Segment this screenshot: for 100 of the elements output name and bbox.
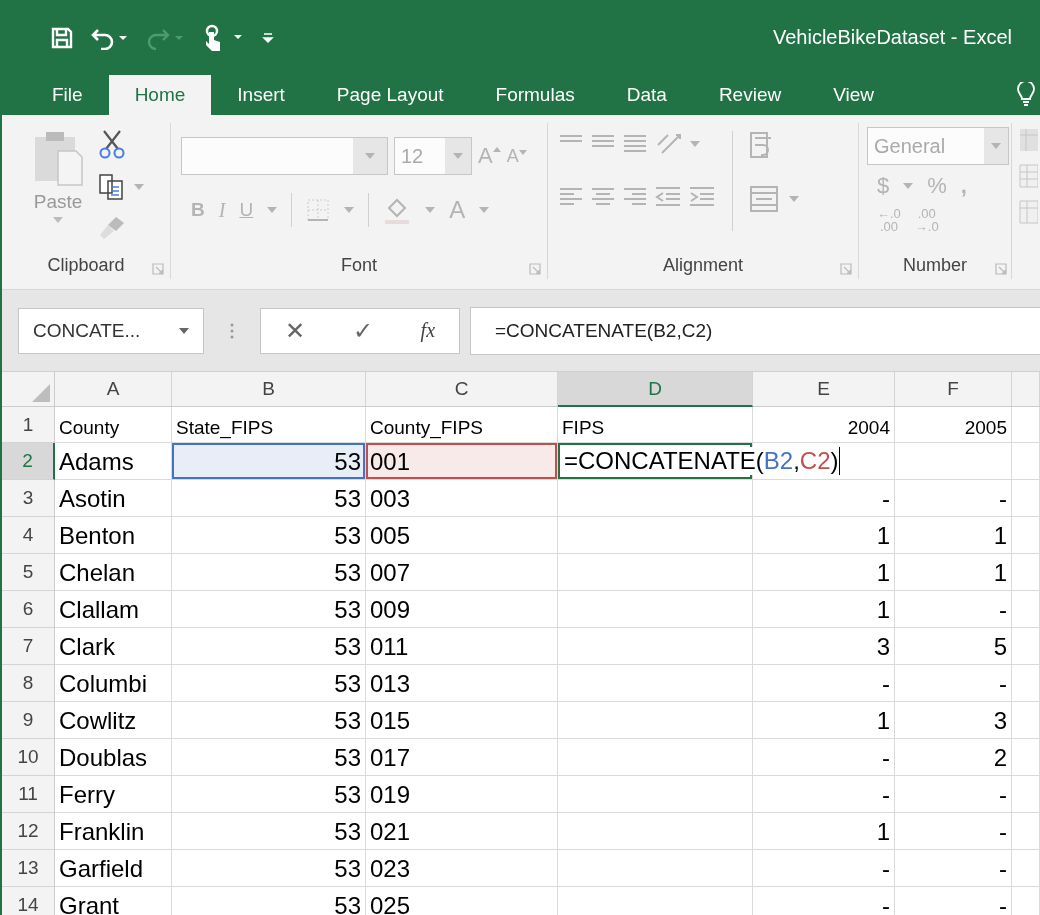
fill-color-icon[interactable]	[383, 196, 412, 224]
table-cell: -	[895, 850, 1012, 887]
table-cell: 017	[366, 739, 558, 776]
table-cell: 53	[172, 591, 366, 628]
dropdown-arrow-icon[interactable]	[344, 207, 355, 213]
table-cell	[1012, 628, 1040, 665]
table-cell	[1012, 850, 1040, 887]
caret-icon[interactable]	[453, 153, 463, 159]
table-cell	[1012, 813, 1040, 850]
ribbon-tab[interactable]: File	[26, 75, 109, 115]
ribbon-tab[interactable]: Page Layout	[310, 75, 470, 115]
table-cell: Garfield	[55, 850, 172, 887]
caret-icon[interactable]	[365, 153, 375, 159]
row-header[interactable]: 8	[2, 665, 55, 702]
caret-icon	[53, 217, 63, 223]
table-cell: 021	[366, 813, 558, 850]
ribbon-tab[interactable]: View	[807, 75, 901, 115]
dropdown-arrow-icon[interactable]	[425, 207, 436, 213]
dropdown-arrow-icon[interactable]	[789, 196, 799, 202]
lightbulb-icon[interactable]	[1016, 82, 1036, 108]
table-cell: 2	[895, 739, 1012, 776]
table-cell: 019	[366, 776, 558, 813]
dropdown-arrow-icon[interactable]	[690, 141, 700, 147]
table-cell: Clallam	[55, 591, 172, 628]
row-header[interactable]: 6	[2, 591, 55, 628]
save-icon[interactable]	[50, 25, 74, 50]
name-box[interactable]: CONCATE...	[18, 307, 204, 354]
table-cell: -	[895, 480, 1012, 517]
table-cell: 023	[366, 850, 558, 887]
cut-icon[interactable]	[98, 129, 126, 159]
table-cell: 1	[753, 702, 895, 739]
customize-toolbar-icon[interactable]	[262, 30, 274, 45]
borders-icon[interactable]	[306, 198, 331, 222]
row-header[interactable]: 7	[2, 628, 55, 665]
column-header[interactable]: D	[558, 372, 753, 407]
window-title: VehicleBikeDataset - Excel	[773, 26, 1012, 49]
dialog-launcher-icon[interactable]	[152, 263, 164, 275]
table-cell: 1	[753, 591, 895, 628]
dialog-launcher-icon[interactable]	[840, 263, 852, 275]
table-cell: Columbi	[55, 665, 172, 702]
dialog-launcher-icon[interactable]	[529, 263, 541, 275]
row-header[interactable]: 2	[2, 443, 55, 480]
row-header[interactable]: 3	[2, 480, 55, 517]
column-header[interactable]: A	[55, 372, 172, 407]
dropdown-arrow-icon[interactable]	[903, 183, 914, 189]
ribbon-tab[interactable]: Formulas	[469, 75, 601, 115]
column-header[interactable]: C	[366, 372, 558, 407]
table-cell: 53	[172, 665, 366, 702]
table-format-icon[interactable]	[1018, 163, 1038, 189]
dropdown-arrow-icon[interactable]	[267, 207, 278, 213]
decrease-indent-icon[interactable]	[654, 185, 682, 209]
ribbon-tab[interactable]: Review	[692, 75, 808, 115]
grip-icon[interactable]	[230, 321, 234, 340]
formula-text[interactable]: =CONCATENATE(B2,C2)	[564, 447, 840, 475]
column-header[interactable]: E	[753, 372, 895, 407]
row-header[interactable]: 1	[2, 407, 55, 443]
table-cell: County_FIPS	[366, 407, 558, 443]
table-cell: 3	[895, 702, 1012, 739]
column-header[interactable]: F	[895, 372, 1012, 407]
caret-icon[interactable]	[991, 143, 1001, 149]
table-cell: -	[895, 776, 1012, 813]
row-header[interactable]: 11	[2, 776, 55, 813]
dialog-launcher-icon[interactable]	[995, 263, 1007, 275]
select-all-icon[interactable]	[32, 384, 50, 402]
dropdown-arrow-icon[interactable]	[479, 207, 490, 213]
cancel-button[interactable]: ✕	[284, 316, 305, 345]
dropdown-arrow-icon[interactable]	[134, 184, 144, 190]
row-header[interactable]: 5	[2, 554, 55, 591]
table-cell: 53	[172, 739, 366, 776]
merge-center-icon[interactable]	[749, 185, 779, 213]
table-cell: 53	[172, 443, 366, 480]
insert-function-button[interactable]: fx	[420, 319, 436, 342]
ribbon-tab[interactable]: Insert	[211, 75, 311, 115]
formula-field[interactable]: =CONCATENATE(B2,C2)	[470, 306, 1040, 355]
table-cell: 1	[895, 554, 1012, 591]
table-cell: 53	[172, 776, 366, 813]
enter-button[interactable]: ✓	[352, 316, 373, 345]
row-header[interactable]: 4	[2, 517, 55, 554]
copy-icon[interactable]	[98, 173, 126, 201]
row-header[interactable]: 9	[2, 702, 55, 739]
table-cell: 53	[172, 850, 366, 887]
table-cell: -	[753, 480, 895, 517]
table-cell: State_FIPS	[172, 407, 366, 443]
table-cell: 1	[895, 517, 1012, 554]
ribbon-tab[interactable]: Data	[600, 75, 693, 115]
row-header[interactable]: 12	[2, 813, 55, 850]
table-cell	[1012, 776, 1040, 813]
ribbon-tab[interactable]: Home	[108, 75, 212, 115]
table-cell: 025	[366, 887, 558, 915]
font-name-field[interactable]	[181, 137, 388, 175]
table-cell: -	[895, 813, 1012, 850]
column-header[interactable]: B	[172, 372, 366, 407]
table-cell: -	[753, 887, 895, 915]
table-cell: -	[753, 665, 895, 702]
row-header[interactable]: 10	[2, 739, 55, 776]
row-header[interactable]: 13	[2, 850, 55, 887]
column-header[interactable]	[1012, 372, 1040, 407]
increase-indent-icon[interactable]	[688, 185, 716, 209]
row-header[interactable]: 14	[2, 887, 55, 915]
table-cell: 53	[172, 517, 366, 554]
